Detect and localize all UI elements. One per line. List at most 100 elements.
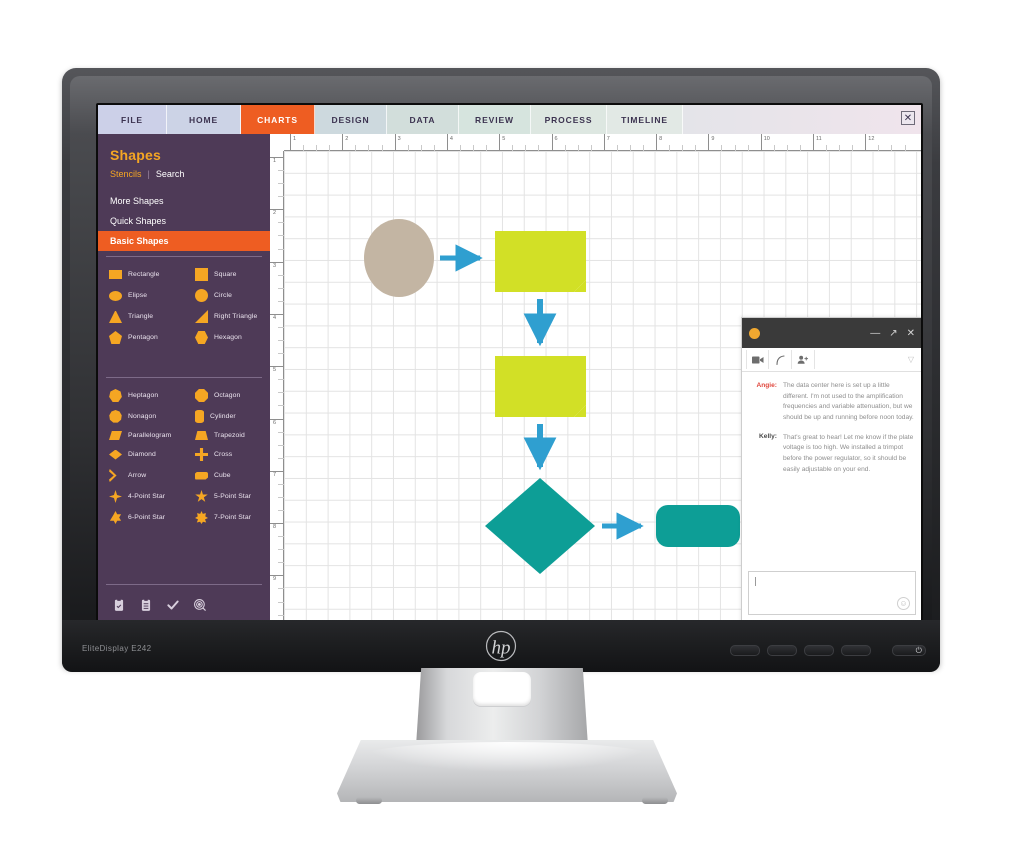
shape-item-rectangle[interactable]: Rectangle xyxy=(98,264,184,285)
sidebar-tool-bar xyxy=(98,587,270,621)
ellipse-icon xyxy=(109,290,122,301)
shape-item-6-point-star[interactable]: 6-Point Star xyxy=(98,507,184,528)
ruler-label: 9 xyxy=(711,136,715,142)
tab-data[interactable]: DATA xyxy=(387,105,459,134)
shape-item-5-point-star[interactable]: 5-Point Star xyxy=(184,486,270,507)
sidebar-item-more-shapes[interactable]: More Shapes xyxy=(98,191,270,211)
shape-label: Rectangle xyxy=(128,271,160,278)
video-camera-icon[interactable] xyxy=(746,350,769,369)
arrow-icon xyxy=(109,469,117,482)
process-node-2[interactable] xyxy=(495,356,586,417)
ruler-label: 8 xyxy=(273,524,277,531)
osd-button-1[interactable] xyxy=(730,645,760,656)
ruler-label: 1 xyxy=(273,158,277,164)
sidebar-item-basic-shapes[interactable]: Basic Shapes xyxy=(98,231,270,251)
clipboard-icon[interactable] xyxy=(139,598,153,612)
target-icon[interactable] xyxy=(193,598,207,612)
ruler-label: 11 xyxy=(816,136,822,142)
shapes-sidebar: Shapes Stencils | Search More Shapes Qui… xyxy=(98,134,270,621)
shape-item-arrow[interactable]: Arrow xyxy=(98,465,184,486)
shape-item-triangle[interactable]: Triangle xyxy=(98,306,184,327)
cross-icon xyxy=(195,448,208,461)
shape-label: Triangle xyxy=(128,313,154,320)
tab-review-label: REVIEW xyxy=(475,114,514,125)
four-point-star-icon xyxy=(109,490,122,503)
shape-item-cube[interactable]: Cube xyxy=(184,465,270,486)
tab-process[interactable]: PROCESS xyxy=(531,105,607,134)
shape-label: 6-Point Star xyxy=(128,514,166,521)
hp-logo-icon: hp xyxy=(478,630,524,662)
osd-button-2[interactable] xyxy=(767,645,797,656)
ruler-tick-major xyxy=(656,134,658,151)
chat-filter-caret-icon[interactable]: ▽ xyxy=(908,355,914,364)
shape-item-elipse[interactable]: Elipse xyxy=(98,285,184,306)
osd-button-4[interactable] xyxy=(841,645,871,656)
sidebar-link-search[interactable]: Search xyxy=(156,169,185,179)
nonagon-icon xyxy=(109,410,122,423)
add-person-icon[interactable] xyxy=(792,350,815,369)
clipboard-check-icon[interactable] xyxy=(112,598,126,612)
tab-file[interactable]: FILE xyxy=(98,105,167,134)
shape-label: 5-Point Star xyxy=(214,493,252,500)
ruler-label: 7 xyxy=(606,136,610,142)
shape-item-cross[interactable]: Cross xyxy=(184,444,270,465)
sidebar-link-stencils[interactable]: Stencils xyxy=(110,169,142,179)
shape-item-parallelogram[interactable]: Parallelogram xyxy=(98,427,184,444)
sidebar-item-quick-shapes[interactable]: Quick Shapes xyxy=(98,211,270,231)
stand-foot-right xyxy=(642,797,668,804)
ruler-label: 5 xyxy=(502,136,506,142)
shape-item-right-triangle[interactable]: Right Triangle xyxy=(184,306,270,327)
right-triangle-icon xyxy=(195,310,208,323)
tab-charts[interactable]: CHARTS xyxy=(241,105,315,134)
shape-item-4-point-star[interactable]: 4-Point Star xyxy=(98,486,184,507)
close-icon[interactable]: ✕ xyxy=(901,111,915,125)
octagon-icon xyxy=(195,389,208,402)
start-ellipse[interactable] xyxy=(364,219,434,297)
ruler-label: 9 xyxy=(273,576,277,583)
tab-timeline[interactable]: TIMELINE xyxy=(607,105,683,134)
decision-node[interactable] xyxy=(485,478,595,574)
heptagon-icon xyxy=(109,389,122,402)
process-node-1[interactable] xyxy=(495,231,586,292)
emoji-icon[interactable]: ☺ xyxy=(897,597,910,610)
checkmark-icon[interactable] xyxy=(166,598,180,612)
monitor-screen-frame: FILE HOME CHARTS DESIGN DATA REVIEW PROC… xyxy=(97,104,922,622)
sidebar-divider-1 xyxy=(106,256,262,257)
shape-item-heptagon[interactable]: Heptagon xyxy=(98,385,184,406)
ruler-label: 8 xyxy=(659,136,663,142)
stand-foot-left xyxy=(356,797,382,804)
shape-item-nonagon[interactable]: Nonagon xyxy=(98,406,184,427)
tab-home[interactable]: HOME xyxy=(167,105,241,134)
shape-item-trapezoid[interactable]: Trapezoid xyxy=(184,427,270,444)
phone-icon[interactable] xyxy=(769,350,792,369)
shape-item-pentagon[interactable]: Pentagon xyxy=(98,327,184,348)
tab-design[interactable]: DESIGN xyxy=(315,105,387,134)
text-cursor xyxy=(755,577,756,586)
ruler-tick-major xyxy=(551,134,553,151)
parallelogram-icon xyxy=(109,431,122,440)
shape-item-octagon[interactable]: Octagon xyxy=(184,385,270,406)
ruler-tick-major xyxy=(290,134,291,151)
expand-icon[interactable]: ↗ xyxy=(889,328,897,339)
shape-item-7-point-star[interactable]: 7-Point Star xyxy=(184,507,270,528)
ruler-label: 3 xyxy=(397,136,401,142)
tab-review[interactable]: REVIEW xyxy=(459,105,531,134)
end-node[interactable] xyxy=(656,505,740,547)
ruler-tick-major xyxy=(603,134,605,151)
minimize-icon[interactable]: — xyxy=(870,328,880,339)
osd-button-3[interactable] xyxy=(804,645,834,656)
diagram-canvas-area[interactable]: 1 2 3 4 5 6 7 8 9 10 11 12 123456789 — ↗… xyxy=(270,134,921,621)
ruler-label: 6 xyxy=(273,419,277,426)
tab-file-label: FILE xyxy=(120,114,143,125)
shape-item-square[interactable]: Square xyxy=(184,264,270,285)
shape-group-1: Rectangle Square Elipse Circle Triangle … xyxy=(98,264,270,348)
shape-item-cylinder[interactable]: Cylinder xyxy=(184,406,270,427)
power-button[interactable]: ⏻ xyxy=(892,645,926,656)
shape-item-hexagon[interactable]: Hexagon xyxy=(184,327,270,348)
chat-title-bar: — ↗ ✕ xyxy=(742,318,921,348)
status-dot-icon xyxy=(749,327,760,339)
shape-item-diamond[interactable]: Diamond xyxy=(98,444,184,465)
shape-item-circle[interactable]: Circle xyxy=(184,285,270,306)
close-icon[interactable]: ✕ xyxy=(907,328,915,339)
chat-input-field[interactable]: ☺ xyxy=(748,571,916,615)
